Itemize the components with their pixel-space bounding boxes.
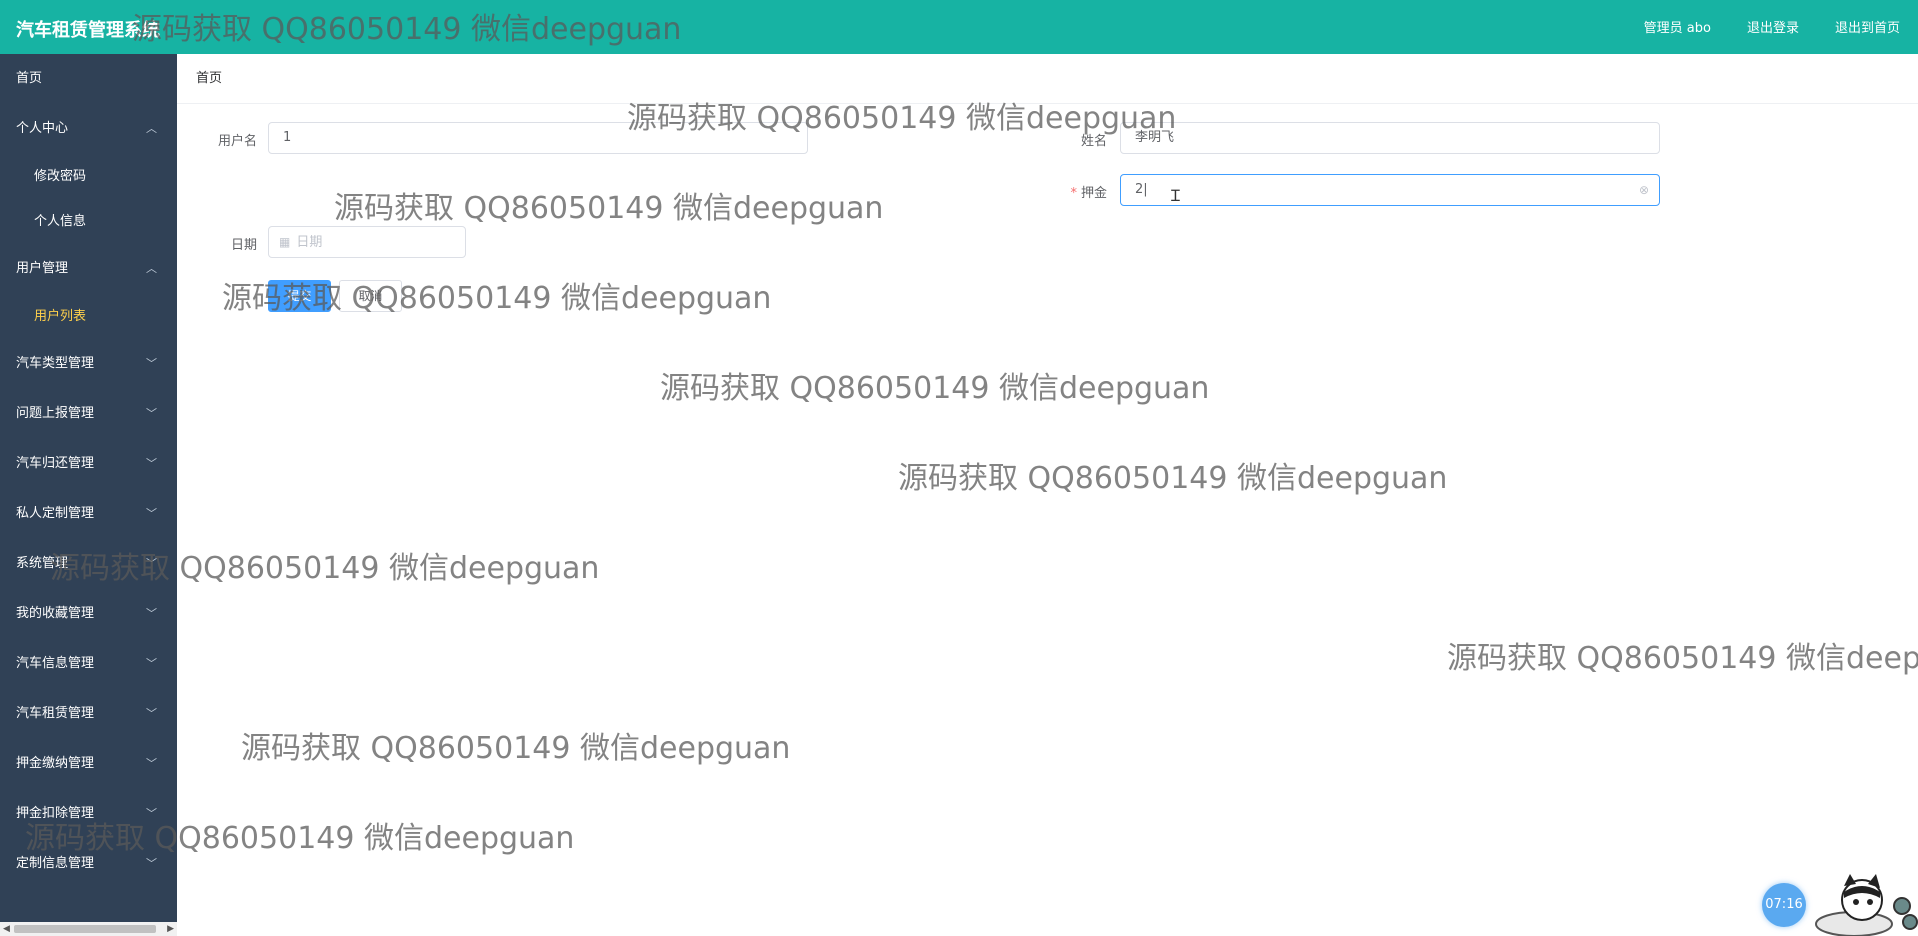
chevron-down-icon: ﹀: [146, 457, 157, 470]
sidebar-item-label: 系统管理: [16, 556, 69, 571]
sidebar-item-system[interactable]: 系统管理 ﹀: [0, 539, 177, 589]
sidebar-item-car-info[interactable]: 汽车信息管理 ﹀: [0, 639, 177, 689]
sidebar-item-home[interactable]: 首页: [0, 54, 177, 104]
chevron-down-icon: ﹀: [146, 657, 157, 670]
main-content: 首页 用户名 1 姓名 李明飞 * 押金 2| Ɪ ⊗ 日期 ▦ 日期 提交 取消: [177, 54, 1918, 936]
sidebar-item-car-type[interactable]: 汽车类型管理 ﹀: [0, 339, 177, 389]
deposit-field[interactable]: 2| Ɪ ⊗: [1120, 174, 1660, 206]
deposit-label-text: 押金: [1080, 186, 1107, 201]
top-header: 汽车租赁管理系统 管理员 abo 退出登录 退出到首页: [0, 0, 1918, 54]
date-label: 日期: [230, 238, 257, 253]
clear-icon[interactable]: ⊗: [1639, 175, 1649, 205]
sidebar-item-favorites[interactable]: 我的收藏管理 ﹀: [0, 589, 177, 639]
cancel-button[interactable]: 取消: [339, 280, 402, 312]
chevron-down-icon: ﹀: [146, 507, 157, 520]
chevron-down-icon: ﹀: [146, 407, 157, 420]
sidebar-item-label: 汽车归还管理: [16, 456, 95, 471]
chevron-down-icon: ﹀: [146, 557, 157, 570]
sidebar-item-user-management[interactable]: 用户管理 ︿: [0, 244, 177, 294]
sidebar-item-personal-info[interactable]: 个人信息: [0, 199, 177, 244]
sidebar-item-custom-info[interactable]: 定制信息管理 ﹀: [0, 839, 177, 889]
sidebar-item-label: 私人定制管理: [16, 506, 95, 521]
sidebar-item-label: 定制信息管理: [16, 856, 95, 871]
calendar-icon: ▦: [279, 235, 291, 249]
logout-link[interactable]: 退出登录: [1747, 17, 1799, 36]
username-field[interactable]: 1: [268, 122, 808, 154]
sidebar-item-issue-report[interactable]: 问题上报管理 ﹀: [0, 389, 177, 439]
chevron-down-icon: ﹀: [146, 857, 157, 870]
chevron-down-icon: ﹀: [146, 357, 157, 370]
deposit-value: 2|: [1135, 182, 1148, 197]
name-field[interactable]: 李明飞: [1120, 122, 1660, 154]
scroll-right-icon[interactable]: ▶: [167, 922, 174, 936]
header-actions: 管理员 abo 退出登录 退出到首页: [1644, 17, 1900, 36]
scrollbar-thumb[interactable]: [14, 925, 156, 933]
sidebar-item-label: 押金扣除管理: [16, 806, 95, 821]
date-picker[interactable]: ▦ 日期: [268, 226, 466, 258]
chevron-up-icon: ︿: [146, 122, 157, 135]
name-label: 姓名: [1080, 134, 1107, 149]
sidebar-item-label: 汽车租赁管理: [16, 706, 95, 721]
timer-badge[interactable]: 07:16: [1762, 883, 1806, 927]
sidebar-item-label: 问题上报管理: [16, 406, 95, 421]
mascot-cat-icon[interactable]: [1814, 872, 1918, 936]
sidebar-item-car-rental[interactable]: 汽车租赁管理 ﹀: [0, 689, 177, 739]
chevron-down-icon: ﹀: [146, 607, 157, 620]
chevron-down-icon: ﹀: [146, 707, 157, 720]
scroll-left-icon[interactable]: ◀: [3, 922, 10, 936]
sidebar-item-car-return[interactable]: 汽车归还管理 ﹀: [0, 439, 177, 489]
sidebar-horizontal-scrollbar[interactable]: ◀ ▶: [0, 922, 177, 936]
sidebar-item-label: 用户管理: [16, 261, 69, 276]
date-placeholder: 日期: [296, 235, 323, 250]
chevron-down-icon: ﹀: [146, 757, 157, 770]
required-mark: *: [1070, 186, 1077, 201]
sidebar-menu: 首页 个人中心 ︿ 修改密码 个人信息 用户管理 ︿ 用户列表 汽车类型管理 ﹀ …: [0, 54, 177, 936]
deposit-label: * 押金: [1037, 182, 1107, 201]
exit-to-home-link[interactable]: 退出到首页: [1835, 17, 1900, 36]
sidebar-item-deposit-payment[interactable]: 押金缴纳管理 ﹀: [0, 739, 177, 789]
sidebar-item-change-password[interactable]: 修改密码: [0, 154, 177, 199]
chevron-up-icon: ︿: [146, 262, 157, 275]
breadcrumb: 首页: [177, 54, 1918, 104]
submit-button[interactable]: 提交: [268, 280, 331, 312]
app-title: 汽车租赁管理系统: [16, 20, 160, 41]
sidebar-item-deposit-deduction[interactable]: 押金扣除管理 ﹀: [0, 789, 177, 839]
sidebar-item-user-list[interactable]: 用户列表: [0, 294, 177, 339]
sidebar-item-label: 汽车信息管理: [16, 656, 95, 671]
sidebar-item-label: 汽车类型管理: [16, 356, 95, 371]
admin-user-label: 管理员 abo: [1643, 21, 1711, 36]
text-cursor-icon: Ɪ: [1171, 186, 1180, 205]
chevron-down-icon: ﹀: [146, 807, 157, 820]
sidebar-item-label: 个人中心: [16, 121, 69, 136]
sidebar-item-personal-center[interactable]: 个人中心 ︿: [0, 104, 177, 154]
sidebar-item-private-custom[interactable]: 私人定制管理 ﹀: [0, 489, 177, 539]
sidebar-item-label: 我的收藏管理: [16, 606, 95, 621]
username-label: 用户名: [217, 134, 257, 149]
sidebar-item-label: 押金缴纳管理: [16, 756, 95, 771]
